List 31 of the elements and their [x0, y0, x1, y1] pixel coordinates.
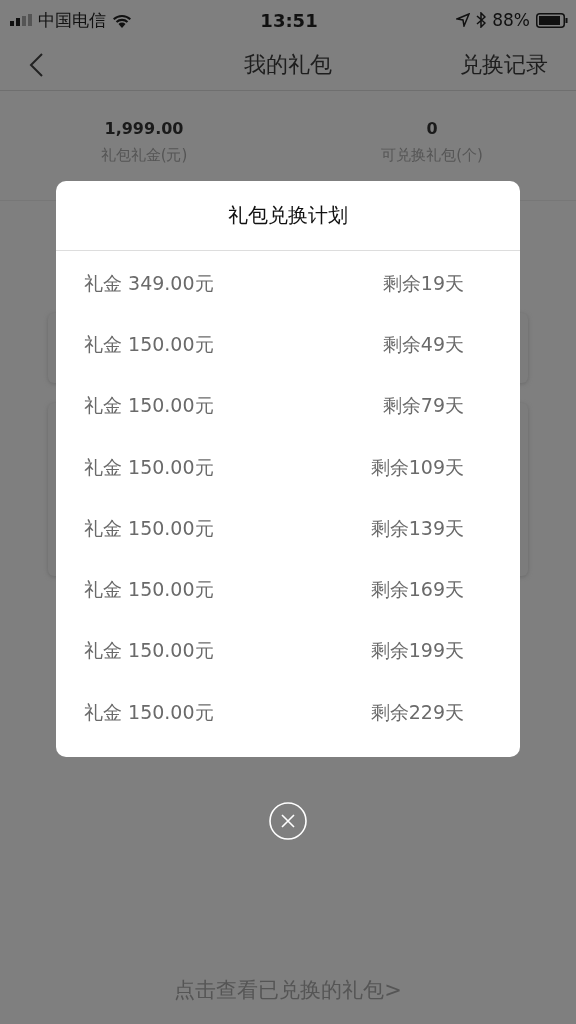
- gift-amount: 礼金 349.00元: [84, 270, 214, 296]
- carrier-name: 中国电信: [38, 8, 106, 32]
- dialog-title: 礼包兑换计划: [228, 202, 348, 229]
- days-remaining: 剩余109天: [370, 454, 464, 480]
- page-title: 我的礼包: [244, 52, 332, 77]
- gift-amount: 礼金 150.00元: [84, 454, 214, 480]
- days-remaining: 剩余139天: [370, 515, 464, 541]
- gift-amount: 礼金 150.00元: [84, 577, 214, 603]
- gift-amount: 礼金 150.00元: [84, 638, 214, 664]
- gift-amount: 礼金 150.00元: [84, 699, 214, 725]
- battery-icon: [536, 12, 568, 28]
- days-remaining: 剩余49天: [382, 331, 464, 357]
- stat-value: 0: [426, 118, 438, 138]
- bluetooth-icon: [476, 12, 487, 28]
- gift-amount: 礼金 150.00元: [84, 331, 214, 357]
- days-remaining: 剩余169天: [370, 577, 464, 603]
- gift-amount: 礼金 150.00元: [84, 515, 214, 541]
- days-remaining: 剩余229天: [370, 699, 464, 725]
- status-time: 13:51: [260, 9, 318, 31]
- stat-value: 1,999.00: [104, 118, 184, 138]
- location-arrow-icon: [456, 13, 471, 27]
- signal-icon: [10, 14, 32, 26]
- days-remaining: 剩余79天: [382, 393, 464, 419]
- gift-amount: 礼金 150.00元: [84, 393, 214, 419]
- history-link[interactable]: 兑换记录: [460, 50, 548, 80]
- close-icon[interactable]: [269, 802, 307, 840]
- days-remaining: 剩余199天: [370, 638, 464, 664]
- wifi-icon: [112, 12, 132, 28]
- days-remaining: 剩余19天: [382, 270, 464, 296]
- battery-percent: 88%: [492, 10, 530, 30]
- back-button[interactable]: [28, 52, 44, 78]
